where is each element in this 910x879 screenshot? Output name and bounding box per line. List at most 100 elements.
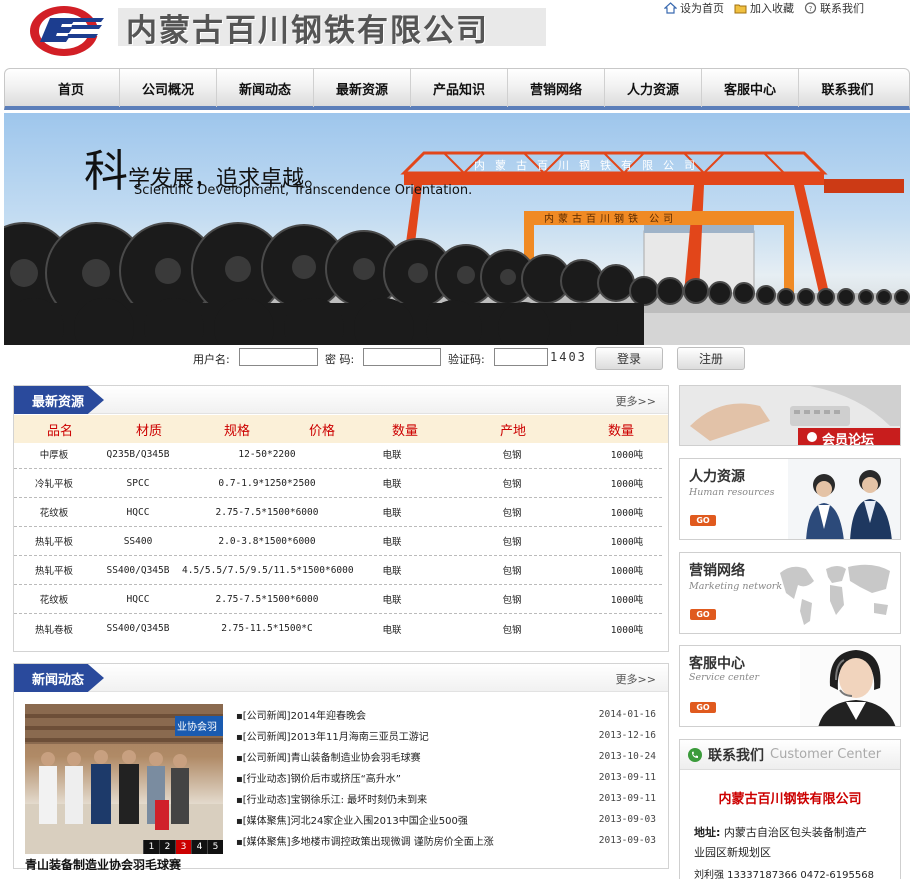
cell-product: 冷轧平板 [34,479,73,490]
cell-material: Q235B/Q345B [106,448,170,460]
home-icon [664,2,677,14]
news-item[interactable]: ▪[行业动态]钢价后市或挤压“高升水” 2013-09-11 [236,767,656,787]
nav-marketing-network[interactable]: 营销网络 [508,69,605,107]
password-label: 密 码: [325,353,355,366]
table-row[interactable]: 热轧卷板 SS400/Q345B 2.75-11.5*1500*C 电联 包钢 … [14,614,662,643]
cell-product: 热轧卷板 [34,624,73,636]
set-homepage-link[interactable]: 设为首页 [664,0,724,16]
table-row[interactable]: 花纹板 HQCC 2.75-7.5*1500*6000 电联 包钢 1000吨 [14,585,662,614]
cell-origin: 包钢 [502,479,522,490]
news-more-link[interactable]: 更多>> [616,671,656,687]
news-panel-header: 新闻动态 更多>> [14,664,668,692]
nav-latest-resources[interactable]: 最新资源 [314,69,411,107]
cell-spec: 4.5/5.5/7.5/9.5/11.5*1500*6000 [182,564,354,576]
banner-slogan-english: Scientific Development, Transcendence Or… [134,183,473,198]
hr-subtitle: Human resources [689,487,775,498]
news-photo-scene: 业协会羽 [25,704,223,854]
col-material: 材质 [135,423,162,439]
register-button[interactable]: 注册 [677,347,745,370]
resources-more-link[interactable]: 更多>> [616,393,656,409]
cell-product: 花纹板 [39,508,69,519]
pager-page-2[interactable]: 2 [159,840,175,854]
news-item-date: 2013-09-11 [598,771,656,783]
contact-title: 联系我们 [708,747,764,764]
captcha-label: 验证码: [448,353,485,366]
human-resources-box[interactable]: 人力资源 Human resources GO [679,458,901,540]
col-price: 价格 [308,423,335,439]
main-nav: 首页 公司概况 新闻动态 最新资源 产品知识 营销网络 人力资源 客服中心 联系… [4,68,910,110]
news-item-title: ▪[公司新闻]2014年迎春晚会 [236,710,367,722]
company-logo-icon[interactable] [28,4,110,58]
cell-origin: 包钢 [502,537,522,548]
cell-price: 电联 [382,566,402,577]
news-item-date: 2014-01-16 [598,708,656,720]
add-favorite-label: 加入收藏 [750,2,794,15]
news-item[interactable]: ▪[媒体聚焦]多地楼市调控政策出现微调 谨防房价全面上涨 2013-09-03 [236,830,656,850]
member-forum-label: 会员论坛 [822,433,875,446]
news-item-date: 2013-09-11 [598,792,656,804]
pager-page-4[interactable]: 4 [191,840,207,854]
news-item[interactable]: ▪[公司新闻]青山装备制造业协会羽毛球赛 2013-10-24 [236,746,656,766]
marketing-subtitle: Marketing network [689,581,783,592]
nav-service-center[interactable]: 客服中心 [702,69,799,107]
nav-human-resources[interactable]: 人力资源 [605,69,702,107]
news-item-title: ▪[行业动态]宝钢徐乐江: 最坏时刻仍未到来 [236,794,428,806]
captcha-code[interactable]: 1403 [550,350,587,364]
nav-news[interactable]: 新闻动态 [217,69,314,107]
cell-quantity: 1000吨 [610,508,644,519]
phone-icon [688,747,702,762]
marketing-go-button[interactable]: GO [690,609,716,620]
member-forum-banner[interactable]: 会员论坛 [679,385,901,446]
table-row[interactable]: 热轧平板 SS400/Q345B 4.5/5.5/7.5/9.5/11.5*15… [14,556,662,585]
cell-material: HQCC [126,506,150,518]
pager-page-1[interactable]: 1 [143,840,159,854]
cell-spec: 0.7-1.9*1250*2500 [218,477,316,489]
folder-icon [734,4,747,14]
service-go-button[interactable]: GO [690,702,716,713]
cell-origin: 包钢 [502,508,522,519]
news-item[interactable]: ▪[媒体聚焦]河北24家企业入围2013中国企业500强 2013-09-03 [236,809,656,829]
cell-product: 中厚板 [39,450,69,461]
marketing-network-box[interactable]: 营销网络 Marketing network GO [679,552,901,634]
nav-contact-us[interactable]: 联系我们 [799,69,896,107]
cell-spec: 2.75-7.5*1500*6000 [215,593,319,605]
cell-price: 电联 [382,595,402,606]
contact-header: 联系我们 Customer Center [680,740,900,770]
login-button[interactable]: 登录 [595,347,663,370]
password-input[interactable] [363,348,441,366]
hr-go-button[interactable]: GO [690,515,716,526]
contact-us-link[interactable]: ? 联系我们 [804,0,864,16]
pager-page-3[interactable]: 3 [175,840,191,854]
table-row[interactable]: 花纹板 HQCC 2.75-7.5*1500*6000 电联 包钢 1000吨 [14,498,662,527]
nav-company-profile[interactable]: 公司概况 [120,69,217,107]
cell-origin: 包钢 [502,595,522,606]
news-photo[interactable]: 业协会羽 1 2 3 4 5 [25,704,223,854]
add-favorite-link[interactable]: 加入收藏 [734,0,794,16]
news-photo-caption[interactable]: 青山装备制造业协会羽毛球赛 [25,856,223,870]
cell-material: SPCC [126,477,150,489]
cell-quantity: 1000吨 [610,566,644,577]
pager-page-5[interactable]: 5 [207,840,223,854]
marketing-title: 营销网络 [689,563,745,579]
contact-company-name: 内蒙古百川钢铁有限公司 [718,792,862,807]
captcha-input[interactable] [494,348,548,366]
svg-text:?: ? [809,5,813,13]
table-row[interactable]: 中厚板 Q235B/Q345B 12-50*2200 电联 包钢 1000吨 [14,440,662,469]
contact-address: 地址: 内蒙古自治区包头装备制造产 [694,824,867,840]
col-quantity-2: 数量 [607,423,634,439]
table-row[interactable]: 冷轧平板 SPCC 0.7-1.9*1250*2500 电联 包钢 1000吨 [14,469,662,498]
news-photo-pager: 1 2 3 4 5 [143,840,223,854]
service-center-box[interactable]: 客服中心 Service center GO [679,645,901,727]
nav-product-knowledge[interactable]: 产品知识 [411,69,508,107]
news-panel-title: 新闻动态 [14,664,104,692]
news-item[interactable]: ▪[行业动态]宝钢徐乐江: 最坏时刻仍未到来 2013-09-11 [236,788,656,808]
nav-home[interactable]: 首页 [23,69,120,107]
news-item-title: ▪[公司新闻]青山装备制造业协会羽毛球赛 [236,752,421,764]
news-item[interactable]: ▪[公司新闻]2014年迎春晚会 2014-01-16 [236,704,656,724]
username-input[interactable] [239,348,318,366]
table-row[interactable]: 热轧平板 SS400 2.0-3.8*1500*6000 电联 包钢 1000吨 [14,527,662,556]
col-origin: 产地 [499,423,526,439]
news-item[interactable]: ▪[公司新闻]2013年11月海南三亚员工游记 2013-12-16 [236,725,656,745]
company-name: 内蒙古百川钢铁有限公司 [126,12,489,49]
cell-quantity: 1000吨 [610,479,644,490]
